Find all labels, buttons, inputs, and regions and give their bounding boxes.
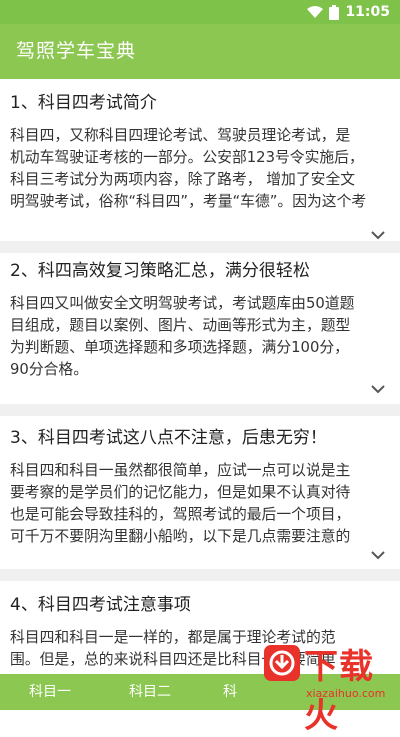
app-bar: 驾照学车宝典 [0,24,400,79]
article-card[interactable]: 2、科四高效复习策略汇总，满分很轻松 科目四又叫做安全文明驾驶考试，考试题库由5… [0,259,400,409]
article-summary: 科目四又叫做安全文明驾驶考试，考试题库由50道题 目组成，题目以案例、图片、动画… [10,295,355,378]
divider [0,241,400,253]
nav-item-kemu2[interactable]: 科目二 [100,674,200,710]
nav-item-kemu3[interactable]: 科 [200,674,260,710]
article-card[interactable]: 3、科目四考试这八点不注意，后患无穷！ 科目四和科目一虽然都很简单，应试一点可以… [0,426,400,576]
article-summary: 科目四和科目一虽然都很简单，应试一点可以说是主 要考察的是学员们的记忆能力，但是… [10,462,351,545]
app-title: 驾照学车宝典 [16,40,137,62]
article-title: 4、科目四考试注意事项 [10,595,191,615]
article-list[interactable]: 1、科目四考试简介 科目四，又称科目四理论考试、驾驶员理论考试，是 机动车驾驶证… [0,79,400,674]
watermark-url: xiazaihuo.com [306,687,386,700]
battery-icon [329,4,340,20]
article-card[interactable]: 1、科目四考试简介 科目四，又称科目四理论考试、驾驶员理论考试，是 机动车驾驶证… [0,91,400,241]
chevron-down-icon[interactable] [370,384,386,394]
status-bar: 11:05 [0,0,400,24]
divider [0,569,400,581]
watermark: 下载火 xiazaihuo.com [264,641,394,736]
article-title: 1、科目四考试简介 [10,93,157,113]
chevron-down-icon[interactable] [370,550,386,560]
article-summary: 科目四，又称科目四理论考试、驾驶员理论考试，是 机动车驾驶证考核的一部分。公安部… [10,127,367,210]
article-title: 3、科目四考试这八点不注意，后患无穷！ [10,428,327,448]
nav-item-kemu1[interactable]: 科目一 [0,674,100,710]
article-title: 2、科四高效复习策略汇总，满分很轻松 [10,261,310,281]
divider [0,404,400,416]
status-time: 11:05 [345,4,390,20]
status-icons: 11:05 [307,0,390,24]
chevron-down-icon[interactable] [370,230,386,240]
download-logo-icon [264,645,300,681]
wifi-icon [307,6,324,18]
